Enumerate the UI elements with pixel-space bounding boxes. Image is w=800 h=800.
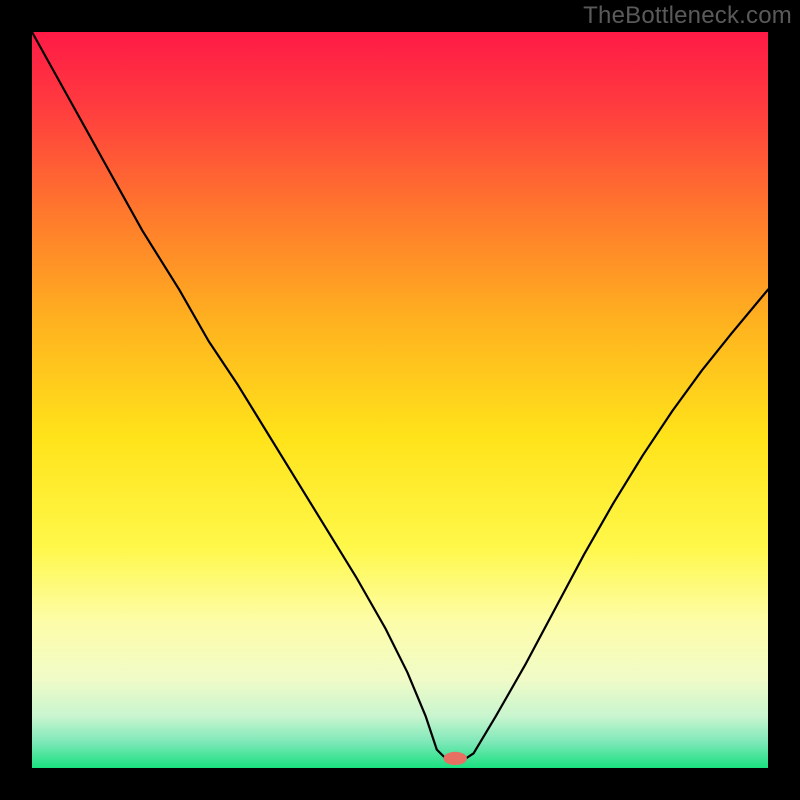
watermark-text: TheBottleneck.com	[583, 2, 792, 30]
chart-frame: TheBottleneck.com	[0, 0, 800, 800]
bottleneck-marker	[443, 752, 467, 765]
plot-area	[32, 32, 768, 768]
bottleneck-chart	[32, 32, 768, 768]
